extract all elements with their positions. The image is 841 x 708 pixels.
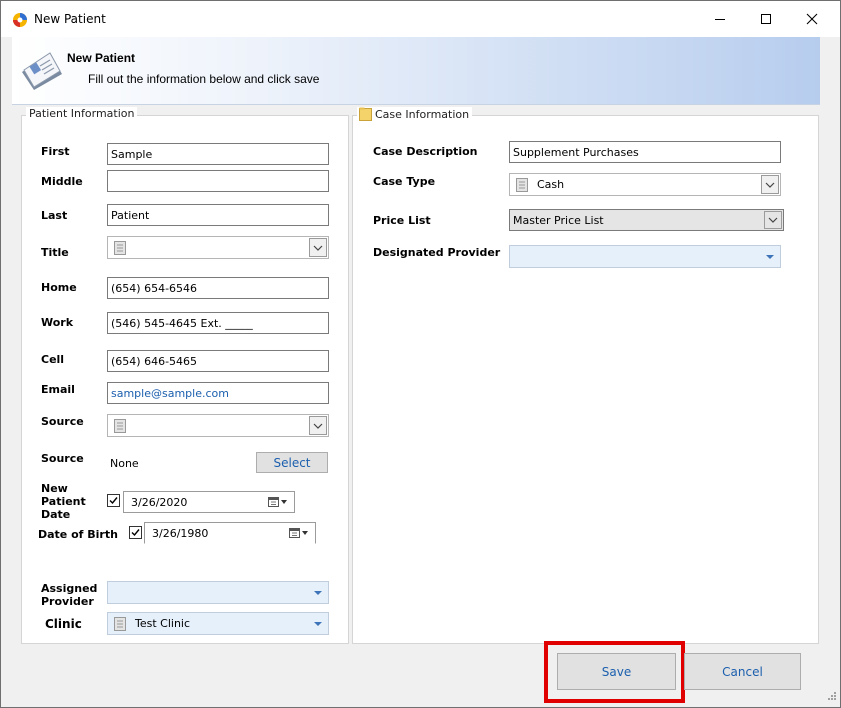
save-button[interactable]: Save [557, 653, 676, 690]
first-name-label: First [41, 145, 70, 158]
assigned-provider-label-line1: Assigned [41, 582, 98, 595]
patient-information-legend: Patient Information [26, 107, 138, 120]
clinic-dropdown[interactable]: Test Clinic [107, 612, 329, 635]
folder-icon [359, 107, 372, 121]
checkmark-icon [109, 497, 118, 505]
middle-name-label: Middle [41, 175, 83, 188]
case-information-legend: Case Information [357, 107, 473, 121]
calendar-icon[interactable] [289, 528, 309, 538]
select-source-button[interactable]: Select [256, 452, 328, 473]
new-patient-date-checkbox[interactable] [107, 494, 120, 507]
title-dropdown-button[interactable] [309, 238, 327, 257]
designated-provider-label: Designated Provider [373, 246, 501, 259]
price-list-value: Master Price List [513, 214, 604, 227]
close-icon [806, 13, 818, 25]
maximize-button[interactable] [743, 1, 789, 37]
clinic-value: Test Clinic [135, 617, 191, 630]
title-dropdown[interactable] [107, 236, 329, 259]
window-title: New Patient [34, 12, 106, 26]
maximize-icon [761, 14, 771, 24]
banner-title: New Patient [67, 51, 136, 65]
dropdown-arrow-icon[interactable] [766, 255, 774, 259]
list-icon [114, 419, 126, 433]
first-name-field[interactable]: Sample [107, 143, 329, 165]
dropdown-arrow-icon[interactable] [314, 591, 322, 595]
new-patient-date-picker[interactable]: 3/26/2020 [123, 491, 295, 513]
price-list-dropdown-button[interactable] [764, 211, 782, 229]
clinic-label: Clinic [45, 617, 82, 631]
case-description-label: Case Description [373, 145, 478, 158]
assigned-provider-dropdown[interactable] [107, 581, 329, 604]
list-icon [516, 178, 528, 192]
new-patient-date-label-line3: Date [41, 508, 71, 521]
source-referral-value: None [110, 457, 139, 470]
title-bar: New Patient [1, 1, 840, 37]
new-patient-date-value: 3/26/2020 [131, 496, 188, 509]
header-banner: New Patient Fill out the information bel… [12, 37, 820, 105]
chevron-down-icon [768, 217, 778, 223]
case-type-value: Cash [537, 178, 565, 191]
date-of-birth-picker[interactable]: 3/26/1980 [144, 522, 316, 544]
case-information-legend-text: Case Information [375, 107, 470, 121]
dropdown-arrow-icon[interactable] [314, 622, 322, 626]
date-of-birth-value: 3/26/1980 [152, 527, 209, 540]
resize-grip-icon[interactable] [825, 691, 837, 703]
assigned-provider-label-line2: Provider [41, 595, 94, 608]
minimize-button[interactable] [697, 1, 743, 37]
source-dropdown-button[interactable] [309, 416, 327, 435]
title-label: Title [41, 246, 69, 259]
list-icon [114, 241, 126, 255]
source-referral-label: Source [41, 452, 84, 465]
date-of-birth-checkbox[interactable] [129, 526, 142, 539]
email-label: Email [41, 383, 75, 396]
last-name-field[interactable]: Patient [107, 204, 329, 226]
minimize-icon [715, 19, 725, 20]
email-field[interactable]: sample@sample.com [107, 382, 329, 404]
checkmark-icon [131, 529, 140, 537]
banner-subtitle: Fill out the information below and click… [88, 72, 320, 86]
new-patient-date-label-line1: New [41, 482, 68, 495]
cell-phone-label: Cell [41, 353, 65, 366]
new-patient-dialog: New Patient New Patient Fill out the inf… [0, 0, 841, 708]
middle-name-field[interactable] [107, 170, 329, 192]
patient-card-icon [22, 52, 62, 90]
list-icon [114, 617, 126, 631]
work-phone-field[interactable]: (546) 545-4645 Ext. _____ [107, 312, 329, 334]
close-button[interactable] [789, 1, 835, 37]
case-description-field[interactable]: Supplement Purchases [509, 141, 781, 163]
source-label: Source [41, 415, 84, 428]
case-type-dropdown-button[interactable] [761, 175, 779, 194]
work-phone-label: Work [41, 316, 74, 329]
price-list-label: Price List [373, 214, 431, 227]
date-of-birth-label: Date of Birth [38, 528, 118, 541]
case-type-label: Case Type [373, 175, 436, 188]
chevron-down-icon [313, 423, 323, 429]
patient-information-group [21, 115, 349, 644]
chevron-down-icon [765, 182, 775, 188]
price-list-dropdown[interactable]: Master Price List [509, 209, 784, 231]
last-name-label: Last [41, 209, 68, 222]
cancel-button[interactable]: Cancel [684, 653, 801, 690]
home-phone-label: Home [41, 281, 77, 294]
case-type-dropdown[interactable]: Cash [509, 173, 781, 196]
source-dropdown[interactable] [107, 414, 329, 437]
calendar-icon[interactable] [268, 497, 288, 507]
cell-phone-field[interactable]: (654) 646-5465 [107, 350, 329, 372]
chevron-down-icon [313, 245, 323, 251]
home-phone-field[interactable]: (654) 654-6546 [107, 277, 329, 299]
app-logo-icon [13, 13, 27, 27]
new-patient-date-label-line2: Patient [41, 495, 86, 508]
designated-provider-dropdown[interactable] [509, 245, 781, 268]
